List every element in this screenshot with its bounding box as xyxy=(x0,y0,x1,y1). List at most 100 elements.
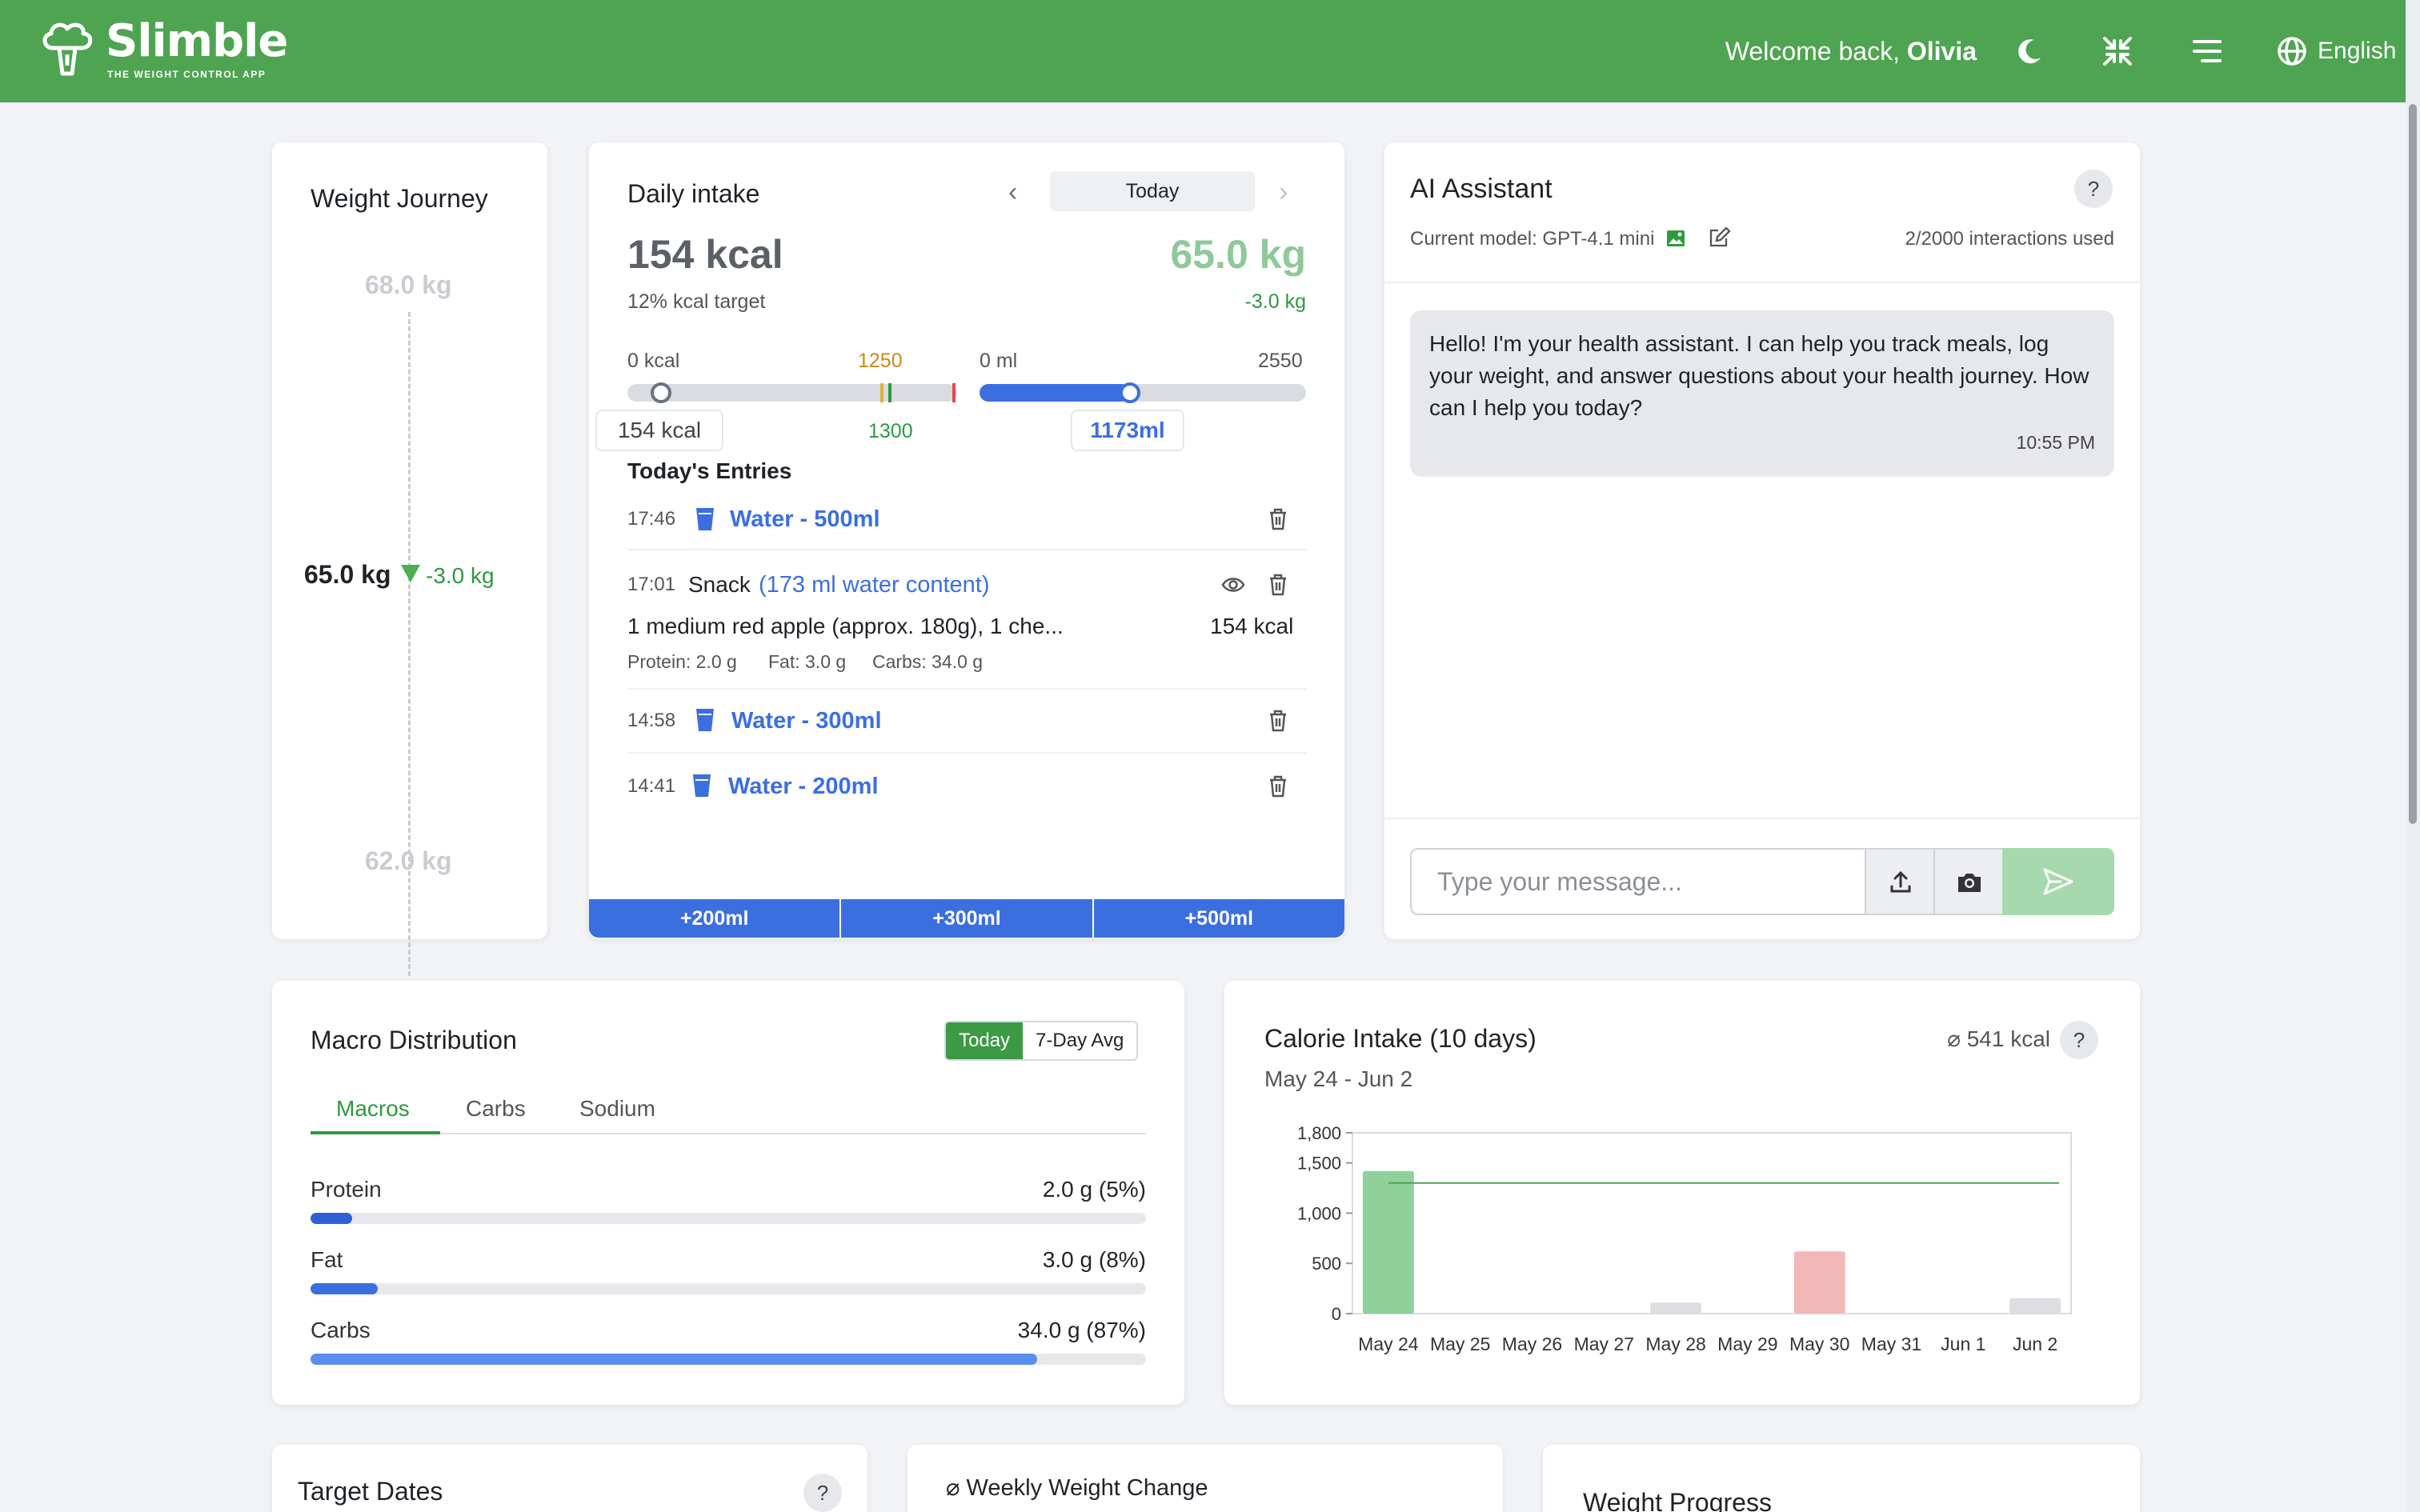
calorie-intake-card: Calorie Intake (10 days) ⌀ 541 kcal ? Ma… xyxy=(1224,981,2140,1405)
calorie-bar-chart: 0 500 1,000 1,500 1,800 May 24 May 25 May 26 May… xyxy=(1297,1123,2072,1354)
calorie-title: Calorie Intake (10 days) xyxy=(1264,1024,1537,1053)
current-weight-big: 65.0 kg xyxy=(1170,232,1306,277)
weight-delta: -3.0 kg xyxy=(426,563,495,588)
x-tick-label: May 29 xyxy=(1717,1334,1777,1354)
add-300ml-button[interactable]: +300ml xyxy=(841,899,1094,938)
send-button[interactable] xyxy=(2002,848,2114,915)
trash-icon[interactable] xyxy=(1268,774,1288,798)
current-weight: 65.0 kg xyxy=(304,560,391,589)
kcal-target-label: 1300 xyxy=(868,420,913,442)
x-tick-label: May 31 xyxy=(1861,1334,1921,1354)
macro-bar-fat xyxy=(311,1283,1146,1294)
entry-time: 17:46 xyxy=(627,508,676,530)
x-tick-label: May 30 xyxy=(1789,1334,1849,1354)
globe-icon[interactable] xyxy=(2273,32,2311,70)
tab-carbs[interactable]: Carbs xyxy=(466,1093,526,1125)
menu-icon[interactable] xyxy=(2188,32,2226,70)
weight-delta-small: -3.0 kg xyxy=(1244,290,1306,313)
moon-icon[interactable] xyxy=(2010,32,2049,70)
app-header: Slimble THE WEIGHT CONTROL APP Welcome b… xyxy=(0,0,2420,102)
x-tick-label: May 26 xyxy=(1502,1334,1562,1354)
camera-button[interactable] xyxy=(1935,848,2004,915)
x-tick-label: May 27 xyxy=(1574,1334,1634,1354)
language-selector[interactable]: English xyxy=(2318,35,2396,67)
water-progress-bar xyxy=(980,384,1306,402)
y-tick-label: 1,500 xyxy=(1297,1154,1341,1174)
toggle-today[interactable]: Today xyxy=(946,1022,1024,1059)
water-entry-link[interactable]: Water - 500ml xyxy=(730,506,880,533)
chart-bar xyxy=(1362,1170,1414,1314)
entry-carbs: Carbs: 34.0 g xyxy=(872,651,984,672)
x-tick-label: May 24 xyxy=(1358,1334,1419,1354)
kcal-mid-label: 1250 xyxy=(858,350,903,372)
entry-kcal: 154 kcal xyxy=(1210,614,1294,638)
weight-journey-title: Weight Journey xyxy=(311,184,488,213)
y-tick-label: 1,000 xyxy=(1297,1203,1341,1223)
y-tick-label: 1,800 xyxy=(1297,1123,1341,1143)
water-min-label: 0 ml xyxy=(980,350,1018,372)
user-name: Olivia xyxy=(1906,37,1977,66)
kcal-mid-tick xyxy=(880,383,883,402)
macro-bar-protein xyxy=(311,1213,1146,1224)
macro-label-fat: Fat xyxy=(311,1247,343,1272)
chart-bar xyxy=(1793,1251,1845,1314)
scrollbar-thumb[interactable] xyxy=(2409,104,2417,824)
quick-add-water-bar: +200ml +300ml +500ml xyxy=(589,899,1344,938)
help-icon[interactable]: ? xyxy=(2074,170,2113,208)
macro-value-protein: 2.0 g (5%) xyxy=(1042,1177,1146,1202)
y-tick-label: 0 xyxy=(1332,1304,1341,1324)
upload-icon xyxy=(1890,870,1911,893)
eye-icon[interactable] xyxy=(1221,573,1245,597)
entry-fat: Fat: 3.0 g xyxy=(768,651,847,672)
trash-icon[interactable] xyxy=(1268,507,1288,531)
edit-icon[interactable] xyxy=(1709,226,1731,248)
help-icon[interactable]: ? xyxy=(803,1474,842,1512)
weekly-change-title: ⌀ Weekly Weight Change xyxy=(946,1475,1208,1501)
add-200ml-button[interactable]: +200ml xyxy=(589,899,842,938)
prev-day-chevron-icon[interactable]: ‹ xyxy=(1008,176,1017,208)
welcome-prefix: Welcome back, xyxy=(1725,37,1907,66)
water-cup-icon xyxy=(693,774,711,797)
macro-label-carbs: Carbs xyxy=(311,1318,371,1342)
x-tick-label: May 25 xyxy=(1430,1334,1490,1354)
calorie-average: ⌀ 541 kcal xyxy=(1947,1026,2050,1051)
ai-header-divider xyxy=(1384,282,2140,283)
weight-bottom-label: 62.0 kg xyxy=(365,846,452,875)
next-day-chevron-icon[interactable]: › xyxy=(1279,176,1288,208)
tab-sodium[interactable]: Sodium xyxy=(579,1093,655,1125)
toggle-7day-avg[interactable]: 7-Day Avg xyxy=(1023,1022,1136,1059)
water-entry-link[interactable]: Water - 200ml xyxy=(728,773,879,800)
water-progress-knob xyxy=(1120,382,1140,403)
target-dates-title: Target Dates xyxy=(298,1477,443,1506)
tab-macros[interactable]: Macros xyxy=(336,1093,410,1125)
x-tick-label: Jun 1 xyxy=(1941,1334,1985,1354)
kcal-value-pill: 154 kcal xyxy=(595,410,723,451)
trash-icon[interactable] xyxy=(1268,709,1288,733)
send-icon xyxy=(2043,868,2073,895)
add-500ml-button[interactable]: +500ml xyxy=(1093,899,1344,938)
date-selector-button[interactable]: Today xyxy=(1050,171,1255,211)
down-triangle-icon xyxy=(401,565,420,582)
y-tick-label: 500 xyxy=(1312,1254,1341,1274)
water-content-link[interactable]: (173 ml water content) xyxy=(759,571,990,598)
macro-value-fat: 3.0 g (8%) xyxy=(1042,1247,1146,1272)
calorie-date-range: May 24 - Jun 2 xyxy=(1264,1066,1413,1091)
chart-frame xyxy=(1352,1132,2072,1314)
weight-progress-card: Weight Progress xyxy=(1543,1445,2140,1512)
help-icon[interactable]: ? xyxy=(2060,1021,2098,1059)
upload-button[interactable] xyxy=(1866,848,1935,915)
message-input[interactable] xyxy=(1410,848,1866,915)
macro-value-carbs: 34.0 g (87%) xyxy=(1017,1318,1146,1342)
macro-fill-protein xyxy=(311,1213,353,1224)
interactions-used: 2/2000 interactions used xyxy=(1905,228,2114,250)
macro-fill-fat xyxy=(311,1283,378,1294)
water-entry-link[interactable]: Water - 300ml xyxy=(731,707,882,734)
macro-label-protein: Protein xyxy=(311,1177,382,1202)
trash-icon[interactable] xyxy=(1268,573,1288,597)
entry-divider xyxy=(627,688,1306,690)
collapse-icon[interactable] xyxy=(2098,32,2137,70)
ai-input-divider xyxy=(1384,818,2140,819)
current-model-label: Current model: GPT-4.1 mini xyxy=(1410,226,1731,251)
brand-tagline: THE WEIGHT CONTROL APP xyxy=(107,69,266,80)
entry-divider xyxy=(627,549,1306,550)
